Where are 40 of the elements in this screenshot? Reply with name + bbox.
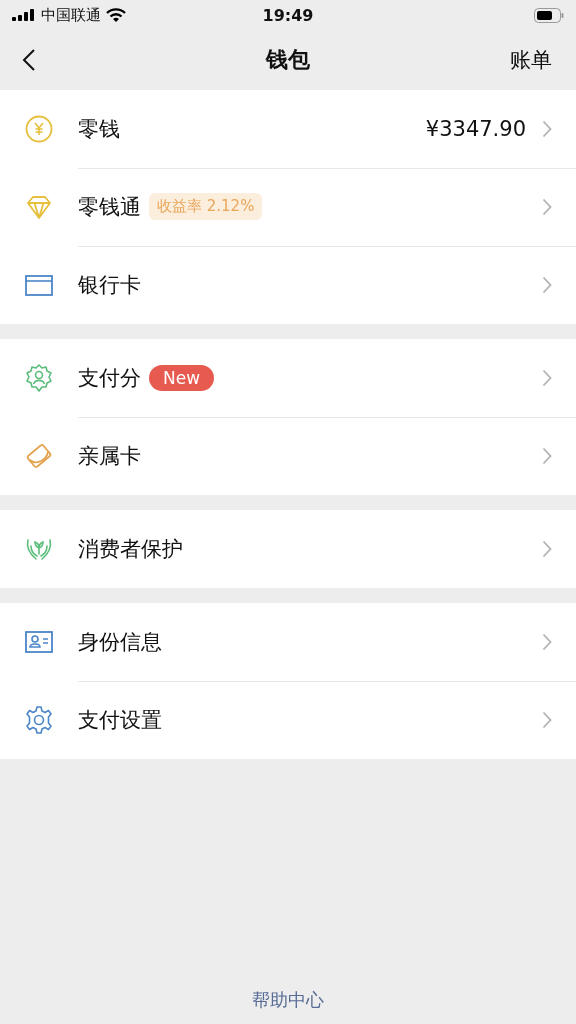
back-icon[interactable] xyxy=(22,48,36,72)
status-time: 19:49 xyxy=(262,5,314,25)
chevron-right-icon xyxy=(542,447,552,465)
chevron-right-icon xyxy=(542,276,552,294)
wallet-menu-item[interactable]: 银行卡 xyxy=(0,246,576,324)
item-label: 支付分 xyxy=(78,364,141,392)
settings-icon xyxy=(24,705,54,735)
chevron-right-icon xyxy=(542,540,552,558)
wallet-menu-item[interactable]: 身份信息 xyxy=(0,603,576,681)
chevron-right-icon xyxy=(542,711,552,729)
item-label: 零钱通 xyxy=(78,193,141,221)
wallet-menu-item[interactable]: 支付设置 xyxy=(0,681,576,759)
tilted-card-icon xyxy=(24,441,54,471)
item-label: 银行卡 xyxy=(78,272,141,299)
chevron-right-icon xyxy=(542,119,552,138)
yen-coin-icon xyxy=(24,114,54,144)
chevron-right-icon xyxy=(542,197,552,216)
balance-amount: ¥3347.90 xyxy=(425,116,526,141)
bill-button[interactable]: 账单 xyxy=(510,46,552,74)
battery-icon xyxy=(534,7,564,23)
new-badge: New xyxy=(149,364,215,391)
chevron-right-icon xyxy=(542,632,552,651)
badge-person-icon xyxy=(24,363,54,393)
wallet-menu-item[interactable]: 消费者保护 xyxy=(0,510,576,588)
wifi-icon xyxy=(106,7,126,23)
yield-rate-tag: 收益率 2.12% xyxy=(149,193,263,220)
item-label: 零钱 xyxy=(78,115,120,143)
chevron-right-icon xyxy=(542,368,552,387)
carrier-name: 中国联通 xyxy=(41,5,101,25)
item-label: 亲属卡 xyxy=(78,443,141,470)
wallet-menu-item[interactable]: 支付分 New xyxy=(0,339,576,417)
item-label: 支付设置 xyxy=(78,707,162,734)
wallet-menu-item[interactable]: 亲属卡 xyxy=(0,417,576,495)
wallet-menu-item[interactable]: 零钱通 收益率 2.12% xyxy=(0,168,576,246)
wallet-menu-item[interactable]: 零钱 ¥3347.90 xyxy=(0,90,576,168)
item-label: 身份信息 xyxy=(78,628,162,656)
help-center-link[interactable]: 帮助中心 xyxy=(252,988,324,1012)
item-label: 消费者保护 xyxy=(78,536,183,563)
page-title: 钱包 xyxy=(266,46,310,74)
signal-icon xyxy=(12,9,36,21)
